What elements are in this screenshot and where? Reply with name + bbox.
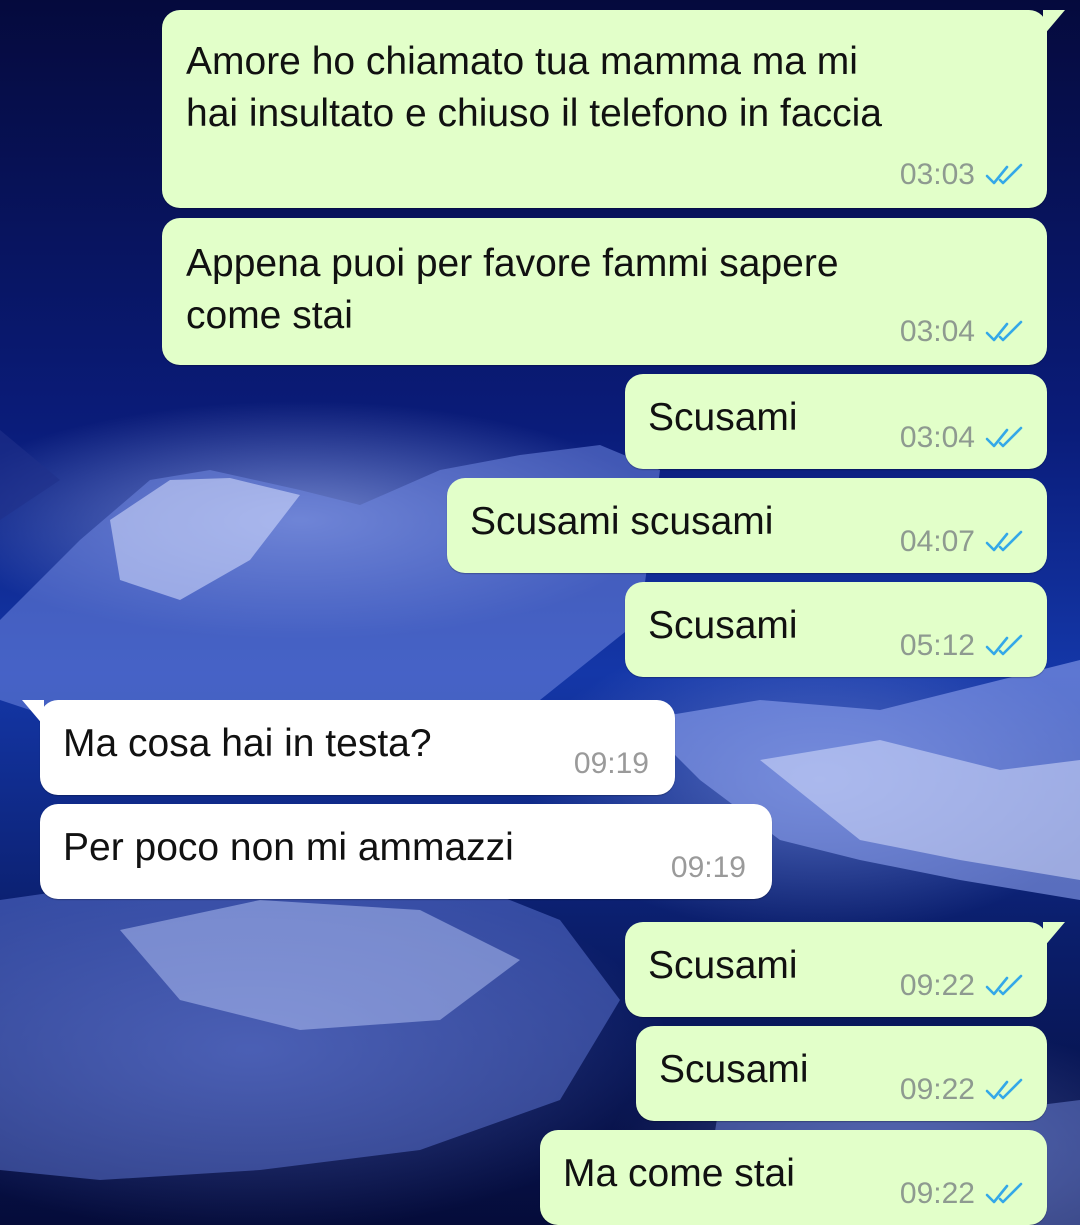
outgoing-message-bubble[interactable]: Scusami 09:22: [625, 922, 1065, 1017]
read-double-check-icon: [985, 634, 1023, 656]
message-text: Scusami: [648, 604, 798, 647]
message-time: 03:03: [899, 158, 975, 191]
message-text: Amore ho chiamato tua mamma ma mi hai in…: [186, 40, 882, 135]
read-double-check-icon: [985, 1078, 1023, 1100]
message-meta: 04:07: [900, 525, 1025, 559]
message-list[interactable]: Amore ho chiamato tua mamma ma mi hai in…: [0, 0, 1080, 1225]
message-meta: 03:04: [900, 315, 1025, 349]
incoming-message-bubble[interactable]: Per poco non mi ammazzi 09:19: [40, 804, 772, 899]
message-meta: 09:22: [900, 1177, 1025, 1211]
message-meta: 09:19: [671, 851, 746, 885]
message-time: 09:22: [899, 969, 975, 1002]
message-time: 03:04: [899, 421, 975, 454]
read-double-check-icon: [985, 163, 1023, 185]
message-text: Scusami: [659, 1048, 809, 1091]
outgoing-message-bubble[interactable]: Ma come stai 09:22: [540, 1130, 1047, 1225]
message-meta: 09:22: [900, 969, 1025, 1003]
outgoing-message-bubble[interactable]: Scusami 03:04: [625, 374, 1047, 469]
message-time: 09:22: [899, 1177, 975, 1210]
message-meta: 03:03: [900, 158, 1025, 192]
message-time: 09:19: [573, 747, 649, 780]
read-double-check-icon: [985, 530, 1023, 552]
message-time: 03:04: [899, 315, 975, 348]
outgoing-message-bubble[interactable]: Scusami 09:22: [636, 1026, 1047, 1121]
message-time: 09:19: [670, 851, 746, 884]
incoming-message-bubble[interactable]: Ma cosa hai in testa? 09:19: [22, 700, 675, 795]
message-text: Scusami: [648, 396, 798, 439]
message-meta: 03:04: [900, 421, 1025, 455]
outgoing-message-bubble[interactable]: Appena puoi per favore fammi sapere come…: [162, 218, 1047, 365]
message-text: Ma come stai: [563, 1152, 795, 1195]
outgoing-message-bubble[interactable]: Scusami 05:12: [625, 582, 1047, 677]
message-text: Per poco non mi ammazzi: [63, 826, 514, 869]
read-double-check-icon: [985, 426, 1023, 448]
message-meta: 09:22: [900, 1073, 1025, 1107]
outgoing-message-bubble[interactable]: Scusami scusami 04:07: [447, 478, 1047, 573]
read-double-check-icon: [985, 974, 1023, 996]
message-text: Scusami: [648, 944, 798, 987]
message-text: Appena puoi per favore fammi sapere come…: [186, 242, 839, 337]
message-meta: 05:12: [900, 629, 1025, 663]
message-meta: 09:19: [574, 747, 649, 781]
message-text: Ma cosa hai in testa?: [63, 722, 432, 765]
read-double-check-icon: [985, 1182, 1023, 1204]
message-time: 05:12: [899, 629, 975, 662]
message-time: 09:22: [899, 1073, 975, 1106]
outgoing-message-bubble[interactable]: Amore ho chiamato tua mamma ma mi hai in…: [162, 10, 1065, 208]
message-text: Scusami scusami: [470, 500, 774, 543]
read-double-check-icon: [985, 320, 1023, 342]
message-time: 04:07: [899, 525, 975, 558]
